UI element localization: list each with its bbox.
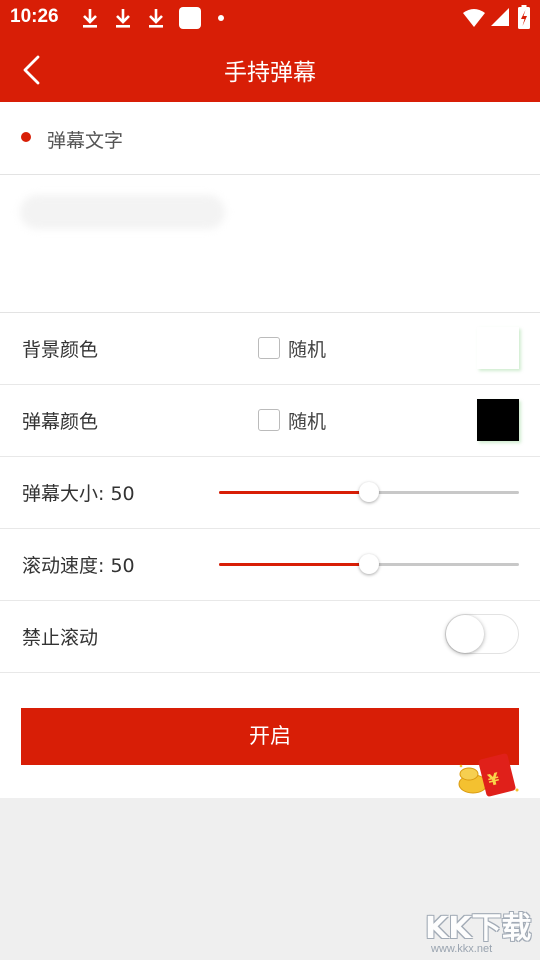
slider-fill bbox=[219, 563, 369, 566]
watermark-url: www.kkx.net bbox=[431, 943, 493, 955]
slider-fill bbox=[219, 491, 369, 494]
section-title: 弹幕文字 bbox=[47, 130, 124, 152]
disable-scroll-toggle[interactable] bbox=[445, 614, 519, 654]
slider-thumb[interactable] bbox=[359, 554, 379, 574]
bullet-dot-icon bbox=[21, 132, 31, 142]
toggle-knob bbox=[446, 615, 484, 653]
danmaku-random-label: 随机 bbox=[288, 411, 327, 433]
download-icon bbox=[116, 9, 130, 28]
status-bar: 10:26 bbox=[0, 0, 540, 36]
watermark: KK下载 www.kkx.net bbox=[423, 903, 540, 960]
signal-icon bbox=[491, 8, 509, 26]
danmaku-text-input[interactable] bbox=[0, 175, 540, 313]
status-time: 10:26 bbox=[10, 6, 59, 27]
background-random-label: 随机 bbox=[288, 339, 327, 361]
disable-scroll-label: 禁止滚动 bbox=[22, 627, 99, 649]
dot-icon bbox=[218, 15, 224, 21]
app-square-icon bbox=[179, 7, 201, 29]
text-section-header: 弹幕文字 bbox=[0, 102, 540, 175]
disable-scroll-row: 禁止滚动 bbox=[0, 601, 540, 673]
danmaku-color-row: 弹幕颜色 随机 bbox=[0, 385, 540, 457]
slider-thumb[interactable] bbox=[359, 482, 379, 502]
background-color-row: 背景颜色 随机 bbox=[0, 313, 540, 385]
watermark-logo: KK下载 bbox=[425, 911, 532, 946]
wifi-icon bbox=[463, 9, 485, 27]
battery-icon bbox=[518, 5, 530, 29]
danmaku-size-row: 弹幕大小: 50 bbox=[0, 457, 540, 529]
scroll-speed-label: 滚动速度: 50 bbox=[22, 555, 135, 577]
danmaku-color-swatch[interactable] bbox=[477, 399, 519, 441]
start-button[interactable]: 开启 bbox=[21, 708, 519, 765]
page-title: 手持弹幕 bbox=[224, 60, 316, 86]
scroll-speed-row: 滚动速度: 50 bbox=[0, 529, 540, 601]
danmaku-size-label: 弹幕大小: 50 bbox=[22, 483, 135, 505]
background-random-checkbox[interactable] bbox=[258, 337, 280, 359]
app-bar: 手持弹幕 bbox=[0, 36, 540, 102]
background-color-label: 背景颜色 bbox=[22, 339, 99, 361]
settings-panel: 弹幕文字 背景颜色 随机 弹幕颜色 随机 弹幕大小: 50 滚动速度: 50 禁… bbox=[0, 102, 540, 798]
red-packet-icon[interactable]: ¥ bbox=[455, 752, 521, 798]
danmaku-size-slider[interactable] bbox=[219, 482, 519, 502]
background-color-swatch[interactable] bbox=[477, 327, 519, 369]
blurred-text-content bbox=[20, 195, 225, 229]
scroll-speed-slider[interactable] bbox=[219, 554, 519, 574]
download-icon bbox=[149, 9, 163, 28]
danmaku-random-checkbox[interactable] bbox=[258, 409, 280, 431]
download-icon bbox=[83, 9, 97, 28]
danmaku-color-label: 弹幕颜色 bbox=[22, 411, 99, 433]
